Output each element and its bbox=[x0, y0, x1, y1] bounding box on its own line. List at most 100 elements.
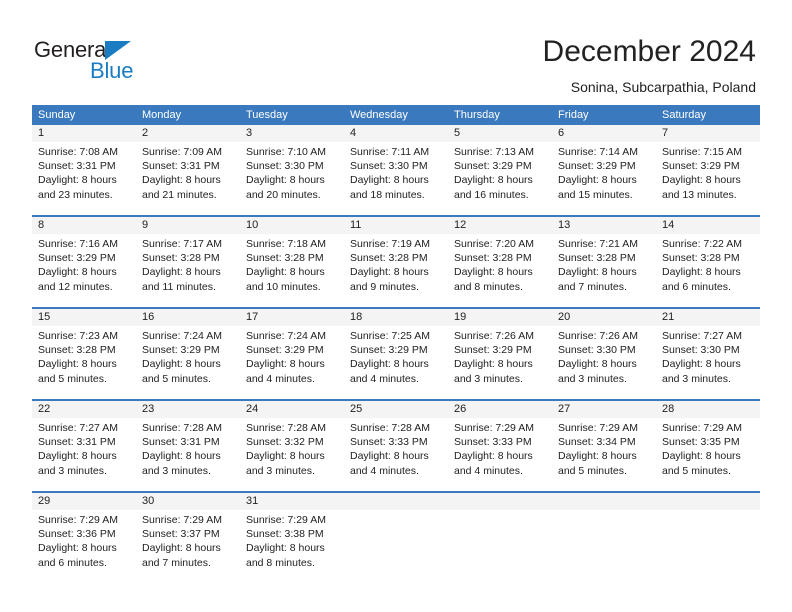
calendar-day-cell[interactable]: 23 Sunrise: 7:28 AM Sunset: 3:31 PM Dayligh… bbox=[136, 401, 240, 486]
day-number: 11 bbox=[344, 217, 448, 234]
sunrise-text: Sunrise: 7:19 AM bbox=[350, 238, 430, 250]
sunset-text: Sunset: 3:29 PM bbox=[350, 344, 428, 357]
day-details: Sunrise: 7:19 AM Sunset: 3:28 PM Daylight:… bbox=[344, 234, 448, 302]
daylight-text-line1: Daylight: 8 hours bbox=[350, 174, 429, 187]
sunrise-text: Sunrise: 7:28 AM bbox=[142, 422, 222, 434]
calendar-day-cell[interactable]: 21 Sunrise: 7:27 AM Sunset: 3:30 PM Dayligh… bbox=[656, 309, 760, 394]
sunrise-text: Sunrise: 7:28 AM bbox=[350, 422, 430, 434]
calendar-day-cell[interactable]: 12 Sunrise: 7:20 AM Sunset: 3:28 PM Dayligh… bbox=[448, 217, 552, 302]
day-details: Sunrise: 7:27 AM Sunset: 3:31 PM Daylight:… bbox=[32, 418, 136, 486]
daylight-text-line1: Daylight: 8 hours bbox=[662, 174, 741, 187]
calendar-day-cell[interactable]: 28 Sunrise: 7:29 AM Sunset: 3:35 PM Dayligh… bbox=[656, 401, 760, 486]
daylight-text-line2: and 3 minutes. bbox=[246, 464, 315, 477]
calendar-day-cell[interactable]: 11 Sunrise: 7:19 AM Sunset: 3:28 PM Dayligh… bbox=[344, 217, 448, 302]
day-details: Sunrise: 7:26 AM Sunset: 3:29 PM Daylight:… bbox=[448, 326, 552, 394]
calendar-day-cell[interactable]: 6 Sunrise: 7:14 AM Sunset: 3:29 PM Daylight… bbox=[552, 125, 656, 210]
calendar-day-cell[interactable]: 2 Sunrise: 7:09 AM Sunset: 3:31 PM Daylight… bbox=[136, 125, 240, 210]
day-number: 17 bbox=[240, 309, 344, 326]
calendar-day-cell[interactable]: 13 Sunrise: 7:21 AM Sunset: 3:28 PM Dayligh… bbox=[552, 217, 656, 302]
calendar-day-cell[interactable]: 5 Sunrise: 7:13 AM Sunset: 3:29 PM Daylight… bbox=[448, 125, 552, 210]
daylight-text-line2: and 3 minutes. bbox=[142, 464, 211, 477]
daylight-text-line1: Daylight: 8 hours bbox=[38, 450, 117, 463]
general-blue-logo[interactable]: General Blue bbox=[34, 38, 194, 84]
calendar-day-cell[interactable]: 26 Sunrise: 7:29 AM Sunset: 3:33 PM Dayligh… bbox=[448, 401, 552, 486]
weekday-header-wednesday: Wednesday bbox=[350, 109, 408, 121]
calendar-day-cell[interactable]: 18 Sunrise: 7:25 AM Sunset: 3:29 PM Dayligh… bbox=[344, 309, 448, 394]
daylight-text-line2: and 3 minutes. bbox=[38, 464, 107, 477]
sunrise-text: Sunrise: 7:27 AM bbox=[38, 422, 118, 434]
daylight-text-line1: Daylight: 8 hours bbox=[558, 266, 637, 279]
daylight-text-line2: and 12 minutes. bbox=[38, 280, 113, 293]
day-details: Sunrise: 7:29 AM Sunset: 3:37 PM Daylight:… bbox=[136, 510, 240, 578]
sunrise-text: Sunrise: 7:13 AM bbox=[454, 146, 534, 158]
sunset-text: Sunset: 3:36 PM bbox=[38, 528, 116, 541]
day-details: Sunrise: 7:29 AM Sunset: 3:38 PM Daylight:… bbox=[240, 510, 344, 578]
daylight-text-line1: Daylight: 8 hours bbox=[662, 266, 741, 279]
calendar-day-cell[interactable]: 31 Sunrise: 7:29 AM Sunset: 3:38 PM Dayligh… bbox=[240, 493, 344, 578]
day-number: 9 bbox=[136, 217, 240, 234]
sunset-text: Sunset: 3:33 PM bbox=[454, 436, 532, 449]
calendar-day-cell[interactable]: 4 Sunrise: 7:11 AM Sunset: 3:30 PM Daylight… bbox=[344, 125, 448, 210]
calendar-day-cell[interactable]: 16 Sunrise: 7:24 AM Sunset: 3:29 PM Dayligh… bbox=[136, 309, 240, 394]
weekday-header-tuesday: Tuesday bbox=[246, 109, 288, 121]
daylight-text-line2: and 5 minutes. bbox=[662, 464, 731, 477]
calendar-day-cell[interactable]: 25 Sunrise: 7:28 AM Sunset: 3:33 PM Dayligh… bbox=[344, 401, 448, 486]
calendar-day-cell[interactable]: 17 Sunrise: 7:24 AM Sunset: 3:29 PM Dayligh… bbox=[240, 309, 344, 394]
weekday-header-monday: Monday bbox=[142, 109, 182, 121]
calendar-day-cell[interactable]: 30 Sunrise: 7:29 AM Sunset: 3:37 PM Dayligh… bbox=[136, 493, 240, 578]
calendar-day-cell[interactable]: 19 Sunrise: 7:26 AM Sunset: 3:29 PM Dayligh… bbox=[448, 309, 552, 394]
sunrise-text: Sunrise: 7:17 AM bbox=[142, 238, 222, 250]
weekday-header-row: Sunday Monday Tuesday Wednesday Thursday… bbox=[32, 105, 760, 125]
sunrise-text: Sunrise: 7:21 AM bbox=[558, 238, 638, 250]
day-details: Sunrise: 7:21 AM Sunset: 3:28 PM Daylight:… bbox=[552, 234, 656, 302]
day-details: Sunrise: 7:29 AM Sunset: 3:33 PM Daylight:… bbox=[448, 418, 552, 486]
calendar-day-cell[interactable]: 24 Sunrise: 7:28 AM Sunset: 3:32 PM Dayligh… bbox=[240, 401, 344, 486]
sunrise-text: Sunrise: 7:10 AM bbox=[246, 146, 326, 158]
sunrise-text: Sunrise: 7:26 AM bbox=[558, 330, 638, 342]
daylight-text-line2: and 5 minutes. bbox=[142, 372, 211, 385]
day-details: Sunrise: 7:23 AM Sunset: 3:28 PM Daylight:… bbox=[32, 326, 136, 394]
day-number: 1 bbox=[32, 125, 136, 142]
sunrise-text: Sunrise: 7:22 AM bbox=[662, 238, 742, 250]
day-number: 13 bbox=[552, 217, 656, 234]
sunrise-text: Sunrise: 7:28 AM bbox=[246, 422, 326, 434]
daylight-text-line2: and 3 minutes. bbox=[662, 372, 731, 385]
sunrise-text: Sunrise: 7:20 AM bbox=[454, 238, 534, 250]
daylight-text-line1: Daylight: 8 hours bbox=[558, 358, 637, 371]
calendar-day-cell[interactable]: 1 Sunrise: 7:08 AM Sunset: 3:31 PM Daylight… bbox=[32, 125, 136, 210]
day-number: 8 bbox=[32, 217, 136, 234]
calendar-week-cells: 22 Sunrise: 7:27 AM Sunset: 3:31 PM Dayligh… bbox=[32, 401, 760, 486]
day-details: Sunrise: 7:09 AM Sunset: 3:31 PM Daylight:… bbox=[136, 142, 240, 210]
calendar-day-cell[interactable]: 10 Sunrise: 7:18 AM Sunset: 3:28 PM Dayligh… bbox=[240, 217, 344, 302]
calendar-day-cell[interactable]: 14 Sunrise: 7:22 AM Sunset: 3:28 PM Dayligh… bbox=[656, 217, 760, 302]
calendar-week-cells: 1 Sunrise: 7:08 AM Sunset: 3:31 PM Daylight… bbox=[32, 125, 760, 210]
day-number: 19 bbox=[448, 309, 552, 326]
calendar-cell-empty bbox=[552, 493, 656, 578]
calendar-day-cell[interactable]: 20 Sunrise: 7:26 AM Sunset: 3:30 PM Dayligh… bbox=[552, 309, 656, 394]
day-details bbox=[552, 510, 656, 578]
calendar-day-cell[interactable]: 3 Sunrise: 7:10 AM Sunset: 3:30 PM Daylight… bbox=[240, 125, 344, 210]
sunset-text: Sunset: 3:34 PM bbox=[558, 436, 636, 449]
day-number: 4 bbox=[344, 125, 448, 142]
calendar-day-cell[interactable]: 22 Sunrise: 7:27 AM Sunset: 3:31 PM Dayligh… bbox=[32, 401, 136, 486]
logo-text-blue: Blue bbox=[90, 58, 134, 83]
calendar-day-cell[interactable]: 8 Sunrise: 7:16 AM Sunset: 3:29 PM Daylight… bbox=[32, 217, 136, 302]
sunrise-text: Sunrise: 7:25 AM bbox=[350, 330, 430, 342]
sunset-text: Sunset: 3:29 PM bbox=[662, 160, 740, 173]
calendar-day-cell[interactable]: 15 Sunrise: 7:23 AM Sunset: 3:28 PM Dayligh… bbox=[32, 309, 136, 394]
sunset-text: Sunset: 3:28 PM bbox=[662, 252, 740, 265]
day-details: Sunrise: 7:14 AM Sunset: 3:29 PM Daylight:… bbox=[552, 142, 656, 210]
calendar-grid: Sunday Monday Tuesday Wednesday Thursday… bbox=[32, 105, 760, 578]
daylight-text-line2: and 11 minutes. bbox=[142, 280, 216, 293]
calendar-week-cells: 15 Sunrise: 7:23 AM Sunset: 3:28 PM Dayligh… bbox=[32, 309, 760, 394]
daylight-text-line1: Daylight: 8 hours bbox=[142, 358, 221, 371]
sunset-text: Sunset: 3:28 PM bbox=[142, 252, 220, 265]
calendar-day-cell[interactable]: 7 Sunrise: 7:15 AM Sunset: 3:29 PM Daylight… bbox=[656, 125, 760, 210]
calendar-day-cell[interactable]: 9 Sunrise: 7:17 AM Sunset: 3:28 PM Daylight… bbox=[136, 217, 240, 302]
daylight-text-line1: Daylight: 8 hours bbox=[246, 174, 325, 187]
calendar-day-cell[interactable]: 27 Sunrise: 7:29 AM Sunset: 3:34 PM Dayligh… bbox=[552, 401, 656, 486]
day-details: Sunrise: 7:08 AM Sunset: 3:31 PM Daylight:… bbox=[32, 142, 136, 210]
daylight-text-line1: Daylight: 8 hours bbox=[350, 266, 429, 279]
day-details: Sunrise: 7:29 AM Sunset: 3:34 PM Daylight:… bbox=[552, 418, 656, 486]
calendar-day-cell[interactable]: 29 Sunrise: 7:29 AM Sunset: 3:36 PM Dayligh… bbox=[32, 493, 136, 578]
